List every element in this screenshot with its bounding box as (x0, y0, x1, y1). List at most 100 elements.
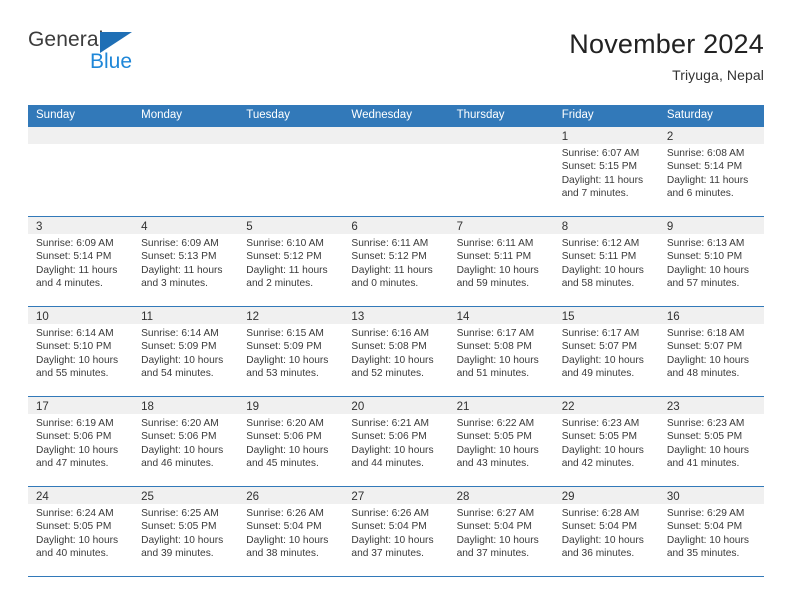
day-cell[interactable]: 12 Sunrise: 6:15 AM Sunset: 5:09 PM Dayligh… (238, 307, 344, 396)
day-cell[interactable]: 5 Sunrise: 6:10 AM Sunset: 5:12 PM Daylight… (238, 217, 344, 306)
week-row: 10 Sunrise: 6:14 AM Sunset: 5:10 PM Dayligh… (28, 306, 764, 396)
sunrise-text: Sunrise: 6:10 AM (246, 238, 324, 249)
day-cell[interactable]: 18 Sunrise: 6:20 AM Sunset: 5:06 PM Dayligh… (133, 397, 239, 486)
day-number: 1 (561, 131, 569, 143)
sunrise-text: Sunrise: 6:11 AM (456, 238, 534, 249)
day-cell[interactable]: 25 Sunrise: 6:25 AM Sunset: 5:05 PM Dayligh… (133, 487, 239, 576)
sunrise-text: Sunrise: 6:28 AM (561, 508, 640, 519)
day-cell[interactable]: 16 Sunrise: 6:18 AM Sunset: 5:07 PM Dayligh… (658, 307, 764, 396)
daylight-text-line2: and 6 minutes. (666, 188, 734, 200)
sunrise-text: Sunrise: 6:15 AM (246, 328, 324, 339)
day-cell[interactable] (133, 127, 239, 216)
day-cell[interactable]: 13 Sunrise: 6:16 AM Sunset: 5:08 PM Dayligh… (343, 307, 449, 396)
day-cell[interactable]: 3 Sunrise: 6:09 AM Sunset: 5:14 PM Daylight… (28, 217, 134, 306)
day-cell[interactable]: 24 Sunrise: 6:24 AM Sunset: 5:05 PM Dayligh… (28, 487, 134, 576)
day-cell[interactable] (343, 127, 449, 216)
day-number: 15 (561, 311, 575, 323)
page-header: General Blue November 2024 Triyuga, Nepa… (28, 28, 764, 90)
sunset-text: Sunset: 5:05 PM (666, 431, 743, 443)
day-cell[interactable]: 28 Sunrise: 6:27 AM Sunset: 5:04 PM Dayligh… (448, 487, 554, 576)
day-number: 11 (141, 311, 154, 323)
sunrise-text: Sunrise: 6:16 AM (351, 328, 430, 339)
daylight-text-line2: and 36 minutes. (561, 548, 635, 560)
day-cell[interactable] (448, 127, 554, 216)
day-cell[interactable] (238, 127, 344, 216)
logo-text-blue: Blue (90, 50, 133, 73)
daylight-text-line2: and 44 minutes. (351, 458, 424, 470)
daylight-text-line1: Daylight: 10 hours (351, 354, 434, 366)
sunrise-text: Sunrise: 6:18 AM (666, 328, 745, 339)
day-cell[interactable]: 6 Sunrise: 6:11 AM Sunset: 5:12 PM Daylight… (343, 217, 449, 306)
daylight-text-line1: Daylight: 10 hours (561, 444, 644, 456)
sunset-text: Sunset: 5:08 PM (351, 341, 427, 353)
day-cell[interactable] (28, 127, 134, 216)
sunset-text: Sunset: 5:04 PM (666, 521, 743, 533)
daylight-text-line1: Daylight: 10 hours (351, 534, 434, 546)
generalblue-logo[interactable]: General Blue (28, 28, 140, 78)
sunset-text: Sunset: 5:11 PM (456, 251, 532, 263)
day-cell[interactable]: 2 Sunrise: 6:08 AM Sunset: 5:14 PM Daylight… (658, 127, 764, 216)
day-cell[interactable]: 26 Sunrise: 6:26 AM Sunset: 5:04 PM Dayligh… (238, 487, 344, 576)
daylight-text-line2: and 52 minutes. (351, 368, 424, 380)
day-cell[interactable]: 17 Sunrise: 6:19 AM Sunset: 5:06 PM Dayligh… (28, 397, 134, 486)
sunset-text: Sunset: 5:06 PM (351, 431, 427, 443)
day-number: 26 (246, 491, 260, 503)
day-cell[interactable]: 20 Sunrise: 6:21 AM Sunset: 5:06 PM Dayligh… (343, 397, 449, 486)
day-cell[interactable]: 11 Sunrise: 6:14 AM Sunset: 5:09 PM Dayligh… (133, 307, 239, 396)
day-cell[interactable]: 22 Sunrise: 6:23 AM Sunset: 5:05 PM Dayligh… (553, 397, 659, 486)
sunrise-text: Sunrise: 6:14 AM (36, 328, 114, 339)
daylight-text-line1: Daylight: 10 hours (666, 354, 749, 366)
day-cell[interactable]: 21 Sunrise: 6:22 AM Sunset: 5:05 PM Dayligh… (448, 397, 554, 486)
day-cell[interactable]: 23 Sunrise: 6:23 AM Sunset: 5:05 PM Dayligh… (658, 397, 764, 486)
day-number: 5 (246, 221, 253, 233)
daylight-text-line1: Daylight: 10 hours (666, 534, 749, 546)
day-cell[interactable]: 27 Sunrise: 6:26 AM Sunset: 5:04 PM Dayligh… (343, 487, 449, 576)
sunrise-text: Sunrise: 6:27 AM (456, 508, 535, 519)
title-block: November 2024 Triyuga, Nepal (569, 28, 764, 85)
day-cell[interactable]: 10 Sunrise: 6:14 AM Sunset: 5:10 PM Dayligh… (28, 307, 134, 396)
day-number: 9 (666, 221, 674, 233)
day-number: 23 (666, 401, 680, 413)
sunset-text: Sunset: 5:10 PM (36, 341, 112, 353)
weekday-header-thursday: Thursday (456, 109, 505, 121)
daylight-text-line2: and 48 minutes. (666, 368, 740, 380)
day-number: 28 (456, 491, 470, 503)
day-cell[interactable]: 8 Sunrise: 6:12 AM Sunset: 5:11 PM Daylight… (553, 217, 659, 306)
sunrise-text: Sunrise: 6:22 AM (456, 418, 535, 429)
sunrise-text: Sunrise: 6:19 AM (36, 418, 114, 429)
daylight-text-line1: Daylight: 10 hours (36, 354, 119, 366)
daylight-text-line2: and 55 minutes. (36, 368, 109, 380)
daylight-text-line1: Daylight: 11 hours (36, 264, 118, 276)
daylight-text-line2: and 3 minutes. (141, 278, 208, 290)
sunrise-text: Sunrise: 6:17 AM (456, 328, 535, 339)
day-cell[interactable]: 15 Sunrise: 6:17 AM Sunset: 5:07 PM Dayligh… (553, 307, 659, 396)
day-number: 17 (36, 401, 49, 413)
daylight-text-line2: and 46 minutes. (141, 458, 214, 470)
daylight-text-line1: Daylight: 10 hours (36, 444, 119, 456)
day-cell[interactable]: 9 Sunrise: 6:13 AM Sunset: 5:10 PM Daylight… (658, 217, 764, 306)
day-cell[interactable]: 30 Sunrise: 6:29 AM Sunset: 5:04 PM Dayligh… (658, 487, 764, 576)
daylight-text-line2: and 51 minutes. (456, 368, 530, 380)
sunset-text: Sunset: 5:09 PM (141, 341, 217, 353)
daylight-text-line1: Daylight: 10 hours (456, 264, 539, 276)
daylight-text-line1: Daylight: 10 hours (141, 534, 224, 546)
day-cell[interactable]: 29 Sunrise: 6:28 AM Sunset: 5:04 PM Dayligh… (553, 487, 659, 576)
weekday-header-saturday: Saturday (666, 109, 713, 121)
week-row: 1 Sunrise: 6:07 AM Sunset: 5:15 PM Daylight… (28, 126, 764, 216)
sunset-text: Sunset: 5:09 PM (246, 341, 322, 353)
sunrise-text: Sunrise: 6:23 AM (666, 418, 745, 429)
daylight-text-line2: and 49 minutes. (561, 368, 635, 380)
daylight-text-line1: Daylight: 10 hours (456, 534, 539, 546)
day-cell[interactable]: 4 Sunrise: 6:09 AM Sunset: 5:13 PM Daylight… (133, 217, 239, 306)
day-cell[interactable]: 14 Sunrise: 6:17 AM Sunset: 5:08 PM Dayligh… (448, 307, 554, 396)
sunrise-text: Sunrise: 6:13 AM (666, 238, 745, 249)
sunset-text: Sunset: 5:05 PM (456, 431, 532, 443)
weekday-header-sunday: Sunday (36, 109, 76, 121)
day-number: 30 (666, 491, 680, 503)
day-cell[interactable]: 7 Sunrise: 6:11 AM Sunset: 5:11 PM Daylight… (448, 217, 554, 306)
day-cell[interactable]: 19 Sunrise: 6:20 AM Sunset: 5:06 PM Dayligh… (238, 397, 344, 486)
sunrise-text: Sunrise: 6:25 AM (141, 508, 219, 519)
daylight-text-line2: and 0 minutes. (351, 278, 419, 290)
sunrise-text: Sunrise: 6:21 AM (351, 418, 430, 429)
day-cell[interactable]: 1 Sunrise: 6:07 AM Sunset: 5:15 PM Daylight… (553, 127, 659, 216)
